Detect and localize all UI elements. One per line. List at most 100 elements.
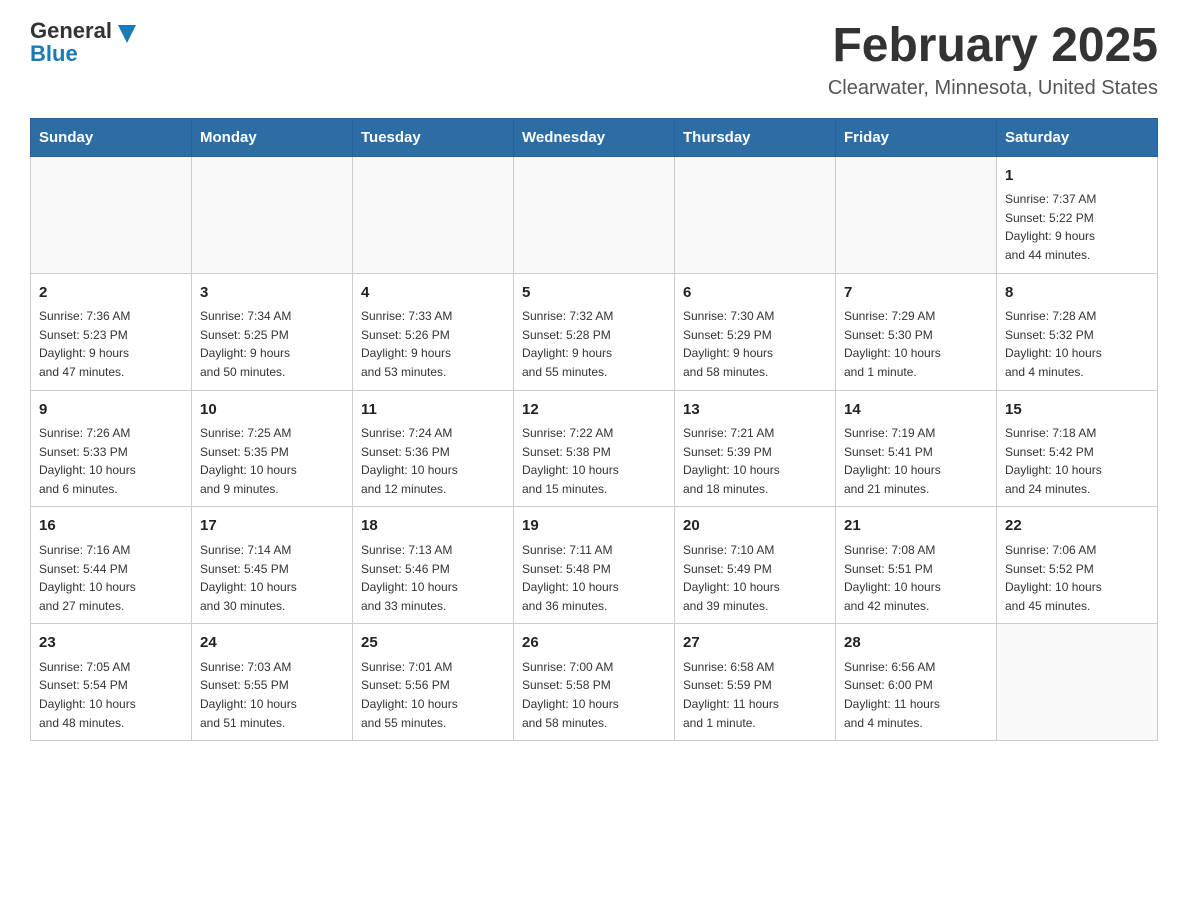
calendar-cell: 12Sunrise: 7:22 AMSunset: 5:38 PMDayligh… <box>514 390 675 507</box>
day-number: 13 <box>683 399 827 422</box>
day-info: Sunrise: 7:36 AMSunset: 5:23 PMDaylight:… <box>39 307 183 381</box>
day-info: Sunrise: 7:16 AMSunset: 5:44 PMDaylight:… <box>39 541 183 615</box>
day-number: 7 <box>844 282 988 305</box>
day-number: 21 <box>844 515 988 538</box>
calendar-cell: 6Sunrise: 7:30 AMSunset: 5:29 PMDaylight… <box>675 273 836 390</box>
day-number: 4 <box>361 282 505 305</box>
weekday-header-friday: Friday <box>836 118 997 156</box>
day-number: 2 <box>39 282 183 305</box>
calendar-cell: 14Sunrise: 7:19 AMSunset: 5:41 PMDayligh… <box>836 390 997 507</box>
calendar-cell <box>836 156 997 273</box>
calendar-cell: 19 Sunrise: 7:11 AMSunset: 5:48 PMDayligh… <box>514 507 675 624</box>
day-info: Sunrise: 7:26 AMSunset: 5:33 PMDaylight:… <box>39 424 183 498</box>
calendar-cell <box>514 156 675 273</box>
calendar-cell <box>353 156 514 273</box>
day-info: Sunrise: 6:56 AMSunset: 6:00 PMDaylight:… <box>844 658 988 732</box>
day-number: 27 <box>683 632 827 655</box>
calendar-cell: 24 Sunrise: 7:03 AMSunset: 5:55 PMDayligh… <box>192 624 353 741</box>
calendar-cell <box>997 624 1158 741</box>
day-info: Sunrise: 7:01 AMSunset: 5:56 PMDaylight:… <box>361 658 505 732</box>
calendar-cell: 10Sunrise: 7:25 AMSunset: 5:35 PMDayligh… <box>192 390 353 507</box>
day-number: 28 <box>844 632 988 655</box>
logo-triangle-icon <box>118 25 136 43</box>
day-info: Sunrise: 7:34 AMSunset: 5:25 PMDaylight:… <box>200 307 344 381</box>
calendar-cell: 25 Sunrise: 7:01 AMSunset: 5:56 PMDayligh… <box>353 624 514 741</box>
weekday-header-row: SundayMondayTuesdayWednesdayThursdayFrid… <box>31 118 1158 156</box>
day-info: Sunrise: 7:05 AMSunset: 5:54 PMDaylight:… <box>39 658 183 732</box>
day-info: Sunrise: 7:29 AMSunset: 5:30 PMDaylight:… <box>844 307 988 381</box>
day-number: 5 <box>522 282 666 305</box>
calendar-cell: 7Sunrise: 7:29 AMSunset: 5:30 PMDaylight… <box>836 273 997 390</box>
calendar-cell <box>675 156 836 273</box>
day-number: 11 <box>361 399 505 422</box>
day-info: Sunrise: 7:21 AMSunset: 5:39 PMDaylight:… <box>683 424 827 498</box>
logo-general-text: General <box>30 18 112 43</box>
page-header: General Blue February 2025 Clearwater, M… <box>30 20 1158 100</box>
day-number: 6 <box>683 282 827 305</box>
weekday-header-thursday: Thursday <box>675 118 836 156</box>
day-info: Sunrise: 7:25 AMSunset: 5:35 PMDaylight:… <box>200 424 344 498</box>
day-number: 12 <box>522 399 666 422</box>
calendar-cell: 13Sunrise: 7:21 AMSunset: 5:39 PMDayligh… <box>675 390 836 507</box>
day-number: 22 <box>1005 515 1149 538</box>
calendar-subtitle: Clearwater, Minnesota, United States <box>828 77 1158 100</box>
day-info: Sunrise: 7:14 AMSunset: 5:45 PMDaylight:… <box>200 541 344 615</box>
day-info: Sunrise: 7:33 AMSunset: 5:26 PMDaylight:… <box>361 307 505 381</box>
weekday-header-sunday: Sunday <box>31 118 192 156</box>
day-info: Sunrise: 7:22 AMSunset: 5:38 PMDaylight:… <box>522 424 666 498</box>
calendar-cell: 18Sunrise: 7:13 AMSunset: 5:46 PMDayligh… <box>353 507 514 624</box>
weekday-header-monday: Monday <box>192 118 353 156</box>
calendar-cell: 27Sunrise: 6:58 AMSunset: 5:59 PMDayligh… <box>675 624 836 741</box>
calendar-title: February 2025 <box>828 20 1158 73</box>
logo-blue-text: Blue <box>30 41 78 66</box>
calendar-cell: 15Sunrise: 7:18 AMSunset: 5:42 PMDayligh… <box>997 390 1158 507</box>
day-number: 24 <box>200 632 344 655</box>
day-number: 10 <box>200 399 344 422</box>
day-info: Sunrise: 7:13 AMSunset: 5:46 PMDaylight:… <box>361 541 505 615</box>
day-number: 23 <box>39 632 183 655</box>
day-info: Sunrise: 7:00 AMSunset: 5:58 PMDaylight:… <box>522 658 666 732</box>
day-number: 26 <box>522 632 666 655</box>
day-info: Sunrise: 7:06 AMSunset: 5:52 PMDaylight:… <box>1005 541 1149 615</box>
day-info: Sunrise: 7:19 AMSunset: 5:41 PMDaylight:… <box>844 424 988 498</box>
calendar-cell: 9Sunrise: 7:26 AMSunset: 5:33 PMDaylight… <box>31 390 192 507</box>
day-number: 20 <box>683 515 827 538</box>
day-info: Sunrise: 7:24 AMSunset: 5:36 PMDaylight:… <box>361 424 505 498</box>
day-number: 17 <box>200 515 344 538</box>
calendar-cell: 11Sunrise: 7:24 AMSunset: 5:36 PMDayligh… <box>353 390 514 507</box>
week-row-3: 9Sunrise: 7:26 AMSunset: 5:33 PMDaylight… <box>31 390 1158 507</box>
day-info: Sunrise: 7:32 AMSunset: 5:28 PMDaylight:… <box>522 307 666 381</box>
calendar-cell: 20 Sunrise: 7:10 AMSunset: 5:49 PMDayligh… <box>675 507 836 624</box>
week-row-4: 16Sunrise: 7:16 AMSunset: 5:44 PMDayligh… <box>31 507 1158 624</box>
day-info: Sunrise: 7:11 AMSunset: 5:48 PMDaylight:… <box>522 541 666 615</box>
day-number: 9 <box>39 399 183 422</box>
calendar-cell: 5Sunrise: 7:32 AMSunset: 5:28 PMDaylight… <box>514 273 675 390</box>
calendar-cell: 26 Sunrise: 7:00 AMSunset: 5:58 PMDayligh… <box>514 624 675 741</box>
day-number: 19 <box>522 515 666 538</box>
calendar-cell: 17 Sunrise: 7:14 AMSunset: 5:45 PMDayligh… <box>192 507 353 624</box>
calendar-cell: 2Sunrise: 7:36 AMSunset: 5:23 PMDaylight… <box>31 273 192 390</box>
day-info: Sunrise: 7:03 AMSunset: 5:55 PMDaylight:… <box>200 658 344 732</box>
calendar-cell: 16Sunrise: 7:16 AMSunset: 5:44 PMDayligh… <box>31 507 192 624</box>
calendar-cell: 8Sunrise: 7:28 AMSunset: 5:32 PMDaylight… <box>997 273 1158 390</box>
day-number: 25 <box>361 632 505 655</box>
weekday-header-saturday: Saturday <box>997 118 1158 156</box>
day-info: Sunrise: 7:18 AMSunset: 5:42 PMDaylight:… <box>1005 424 1149 498</box>
day-info: Sunrise: 7:30 AMSunset: 5:29 PMDaylight:… <box>683 307 827 381</box>
day-info: Sunrise: 7:37 AMSunset: 5:22 PMDaylight:… <box>1005 190 1149 264</box>
logo: General Blue <box>30 20 136 65</box>
day-number: 1 <box>1005 165 1149 188</box>
weekday-header-wednesday: Wednesday <box>514 118 675 156</box>
week-row-5: 23 Sunrise: 7:05 AMSunset: 5:54 PMDayligh… <box>31 624 1158 741</box>
week-row-2: 2Sunrise: 7:36 AMSunset: 5:23 PMDaylight… <box>31 273 1158 390</box>
calendar-cell: 21 Sunrise: 7:08 AMSunset: 5:51 PMDayligh… <box>836 507 997 624</box>
calendar-cell <box>31 156 192 273</box>
calendar-cell: 28 Sunrise: 6:56 AMSunset: 6:00 PMDayligh… <box>836 624 997 741</box>
day-number: 3 <box>200 282 344 305</box>
day-info: Sunrise: 7:10 AMSunset: 5:49 PMDaylight:… <box>683 541 827 615</box>
calendar-cell: 22 Sunrise: 7:06 AMSunset: 5:52 PMDayligh… <box>997 507 1158 624</box>
day-info: Sunrise: 7:08 AMSunset: 5:51 PMDaylight:… <box>844 541 988 615</box>
day-number: 14 <box>844 399 988 422</box>
calendar-cell: 3Sunrise: 7:34 AMSunset: 5:25 PMDaylight… <box>192 273 353 390</box>
day-info: Sunrise: 7:28 AMSunset: 5:32 PMDaylight:… <box>1005 307 1149 381</box>
